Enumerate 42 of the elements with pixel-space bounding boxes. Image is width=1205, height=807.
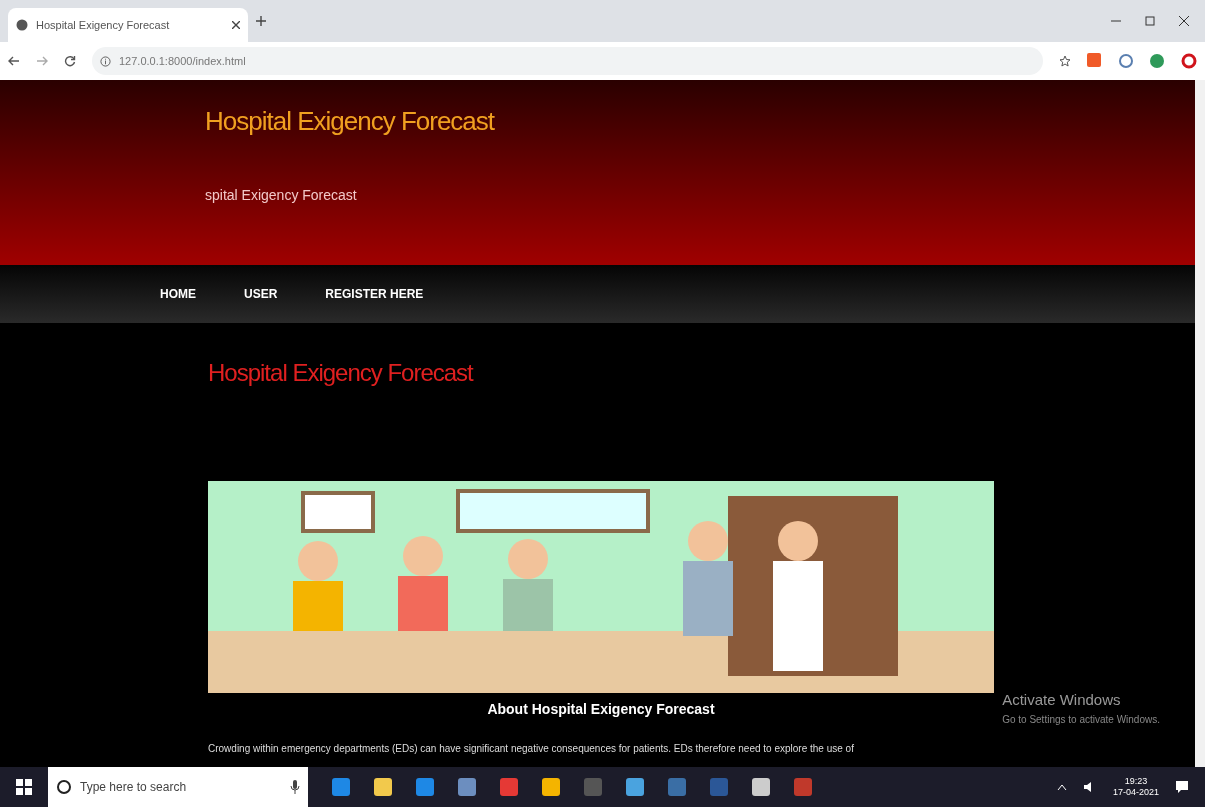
- restore-icon[interactable]: [1145, 16, 1155, 26]
- chevron-up-icon[interactable]: [1056, 783, 1067, 791]
- tab-title: Hospital Exigency Forecast: [36, 17, 171, 33]
- address-bar[interactable]: 127.0.0.1:8000/index.html: [92, 47, 1043, 75]
- scrollbar[interactable]: [1195, 80, 1205, 767]
- extension-icon[interactable]: [1087, 53, 1103, 69]
- nav-link[interactable]: HOME: [160, 285, 196, 303]
- app-icon[interactable]: [416, 778, 434, 796]
- extension-icon[interactable]: [1149, 53, 1165, 69]
- site-tagline: spital Exigency Forecast: [205, 186, 358, 205]
- extension-icon[interactable]: [1119, 54, 1133, 68]
- section-title: About Hospital Exigency Forecast: [486, 700, 716, 719]
- browser-tab[interactable]: Hospital Exigency Forecast: [8, 8, 248, 42]
- paragraph: Crowding within emergency departments (EDs) can have significant negative consequences for patients. EDs therefore need to explore the use of: [208, 742, 855, 755]
- activation-notice-text: Go to Settings to activate Windows.: [1002, 712, 1160, 727]
- forward-icon[interactable]: [36, 55, 48, 67]
- app-icon[interactable]: [332, 778, 350, 796]
- site-title: Hospital Exigency Forecast: [205, 105, 496, 138]
- close-icon[interactable]: [1179, 16, 1189, 26]
- nav-link[interactable]: REGISTER HERE: [325, 285, 424, 303]
- notification-icon[interactable]: [1175, 780, 1189, 794]
- taskbar-search-field[interactable]: Type here to search: [48, 767, 308, 807]
- extension-icon[interactable]: [1181, 53, 1197, 69]
- new-tab-icon[interactable]: [256, 16, 266, 26]
- app-icon[interactable]: [458, 778, 476, 796]
- reload-icon[interactable]: [64, 55, 76, 67]
- app-icon[interactable]: [626, 778, 644, 796]
- close-icon[interactable]: [232, 21, 240, 29]
- app-icon[interactable]: [542, 778, 560, 796]
- windows-start-icon[interactable]: [16, 779, 32, 795]
- app-icon[interactable]: [752, 778, 770, 796]
- taskbar-clock[interactable]: 19:23 17-04-2021: [1112, 776, 1159, 798]
- app-icon[interactable]: [374, 778, 392, 796]
- microphone-icon: [290, 780, 300, 794]
- app-icon[interactable]: [500, 778, 518, 796]
- activation-notice-title: Activate Windows: [1002, 690, 1122, 710]
- star-icon[interactable]: [1059, 55, 1071, 67]
- back-icon[interactable]: [8, 55, 20, 67]
- search-icon: [56, 779, 72, 795]
- page-heading: Hospital Exigency Forecast: [208, 358, 475, 388]
- nav-link[interactable]: USER: [244, 285, 278, 303]
- info-icon: [100, 55, 111, 67]
